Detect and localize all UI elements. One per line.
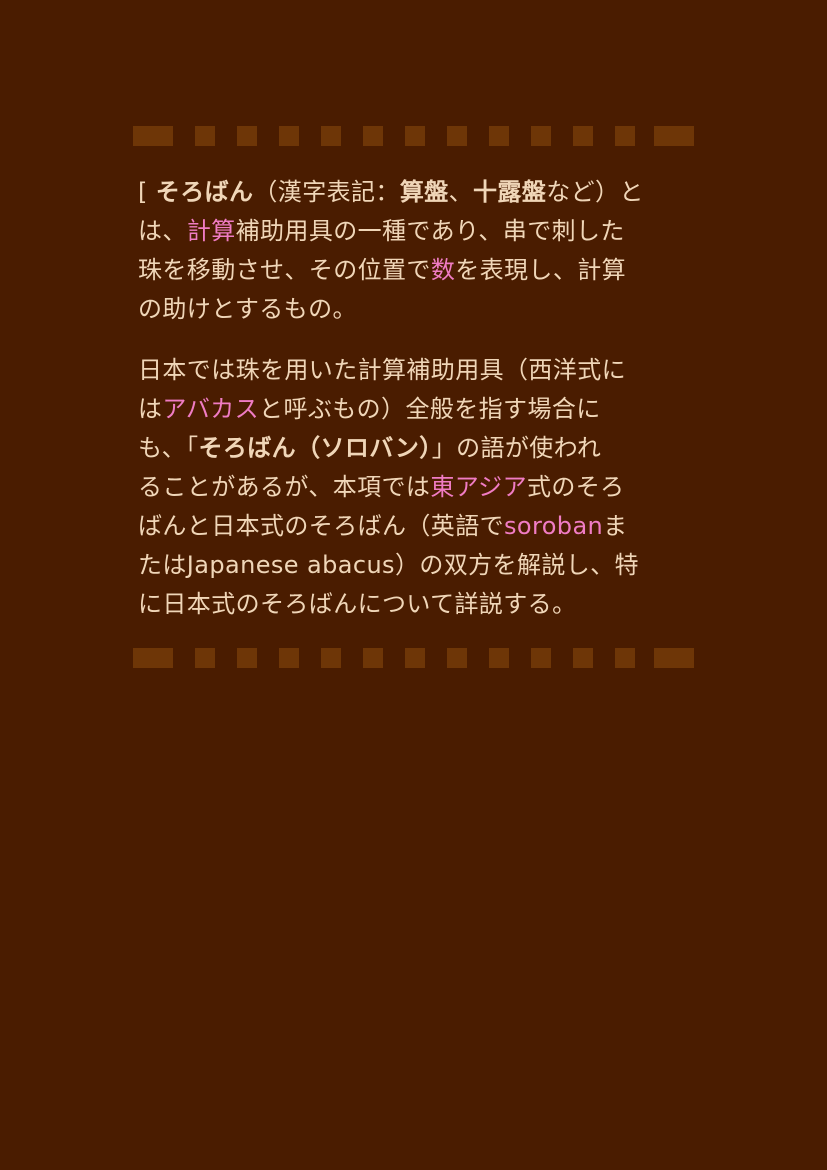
text-run: 補助用具の一種であり、串で刺した — [235, 217, 625, 245]
text-line: は、計算補助用具の一種であり、串で刺した — [138, 212, 683, 251]
divider-dash — [363, 126, 383, 146]
bold-term: そろばん（ソロバン） — [198, 434, 432, 462]
text-line: 日本では珠を用いた計算補助用具（西洋式に — [138, 351, 683, 390]
inline-link[interactable]: 東アジア — [430, 473, 527, 501]
divider-dash — [573, 126, 593, 146]
text-run: も、「 — [138, 434, 199, 462]
divider-dash — [447, 648, 467, 668]
divider-dash — [615, 126, 635, 146]
text-run: の助けとするもの。 — [138, 295, 357, 323]
text-run: は — [138, 395, 163, 423]
text-run: ま — [603, 512, 628, 540]
text-run: [ — [138, 178, 156, 206]
divider-dash — [321, 126, 341, 146]
text-line: ることがあるが、本項では東アジア式のそろ — [138, 468, 683, 507]
inline-link[interactable]: 計算 — [187, 217, 236, 245]
text-run: 珠を移動させ、その位置で — [138, 256, 431, 284]
divider-dash — [615, 648, 635, 668]
divider-dash — [237, 648, 257, 668]
text-run: など）と — [546, 178, 644, 206]
text-line: の助けとするもの。 — [138, 290, 683, 329]
text-line: はアバカスと呼ぶもの）全般を指す場合に — [138, 390, 683, 429]
text-run: たはJapanese abacus）の双方を解説し、特 — [138, 551, 639, 579]
divider-dash — [195, 648, 215, 668]
divider-dash — [321, 648, 341, 668]
text-run: と呼ぶもの）全般を指す場合に — [259, 395, 601, 423]
inline-link[interactable]: 数 — [431, 256, 455, 284]
article-body: [ そろばん（漢字表記：算盤、十露盤など）と は、計算補助用具の一種であり、串で刺… — [138, 173, 683, 624]
paragraph-2: 日本では珠を用いた計算補助用具（西洋式に はアバカスと呼ぶもの）全般を指す場合にも… — [138, 351, 683, 624]
divider-dash — [279, 648, 299, 668]
text-line: も、「そろばん（ソロバン）」の語が使われ — [138, 429, 683, 468]
divider-dash — [237, 126, 257, 146]
divider-dash — [654, 648, 694, 668]
divider-dash — [279, 126, 299, 146]
divider-dash — [489, 126, 509, 146]
text-run: を表現し、計算 — [455, 256, 627, 284]
text-line: [ そろばん（漢字表記：算盤、十露盤など）と — [138, 173, 683, 212]
divider-dash — [133, 648, 173, 668]
article-page: [ そろばん（漢字表記：算盤、十露盤など）と は、計算補助用具の一種であり、串で刺… — [0, 0, 827, 1170]
bold-term: 算盤 — [399, 178, 449, 206]
divider-dash — [195, 126, 215, 146]
divider-dash — [531, 648, 551, 668]
text-run: 」の語が使われ — [431, 434, 602, 462]
inline-link[interactable]: soroban — [504, 512, 603, 540]
divider-dash — [489, 648, 509, 668]
inline-link[interactable]: アバカス — [162, 395, 259, 423]
bold-term: 十露盤 — [473, 178, 547, 206]
text-run: ばんと日本式のそろばん（英語で — [138, 512, 504, 540]
text-run: 日本では珠を用いた計算補助用具（西洋式に — [138, 356, 626, 384]
text-run: 、 — [448, 178, 474, 206]
bottom-dashed-divider — [133, 648, 694, 668]
text-line: 珠を移動させ、その位置で数を表現し、計算 — [138, 251, 683, 290]
text-run: に日本式のそろばんについて詳説する。 — [138, 590, 577, 618]
paragraph-1: [ そろばん（漢字表記：算盤、十露盤など）と は、計算補助用具の一種であり、串で刺… — [138, 173, 683, 329]
divider-dash — [133, 126, 173, 146]
text-run: ることがあるが、本項では — [138, 473, 431, 501]
divider-dash — [405, 126, 425, 146]
bold-term: そろばん — [155, 178, 254, 206]
divider-dash — [573, 648, 593, 668]
divider-dash — [363, 648, 383, 668]
divider-dash — [447, 126, 467, 146]
text-line: ばんと日本式のそろばん（英語でsorobanま — [138, 507, 683, 546]
text-run: は、 — [138, 217, 187, 245]
text-run: （漢字表記： — [253, 178, 400, 206]
top-dashed-divider — [133, 126, 694, 146]
divider-dash — [531, 126, 551, 146]
divider-dash — [654, 126, 694, 146]
text-line: に日本式のそろばんについて詳説する。 — [138, 585, 683, 624]
divider-dash — [405, 648, 425, 668]
text-run: 式のそろ — [526, 473, 625, 501]
text-line: たはJapanese abacus）の双方を解説し、特 — [138, 546, 683, 585]
